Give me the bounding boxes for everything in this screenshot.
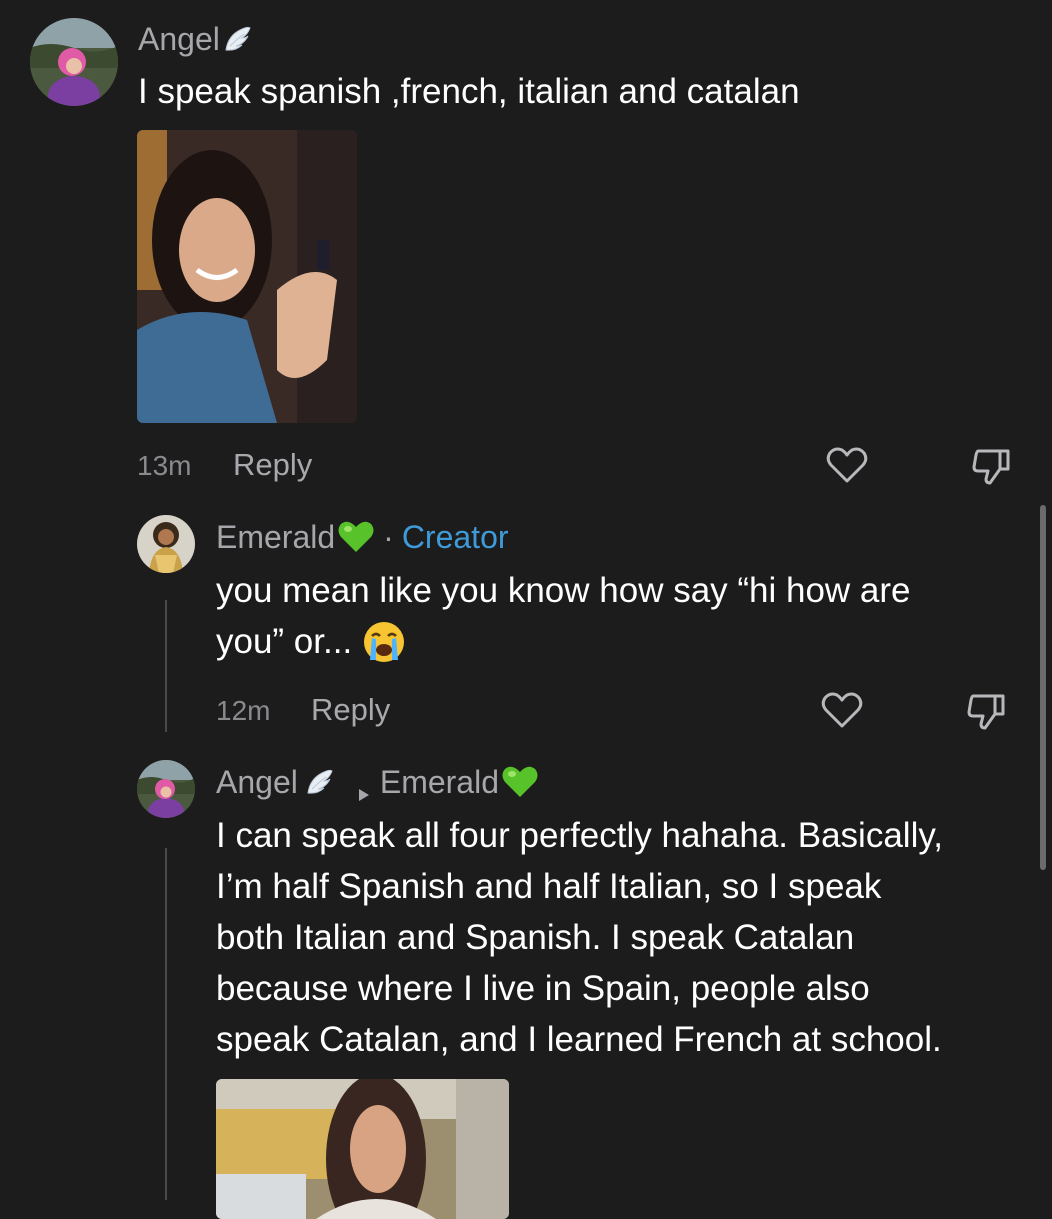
thread-line	[165, 600, 167, 732]
comment-timestamp: 13m	[137, 450, 192, 481]
avatar-angel[interactable]	[30, 18, 118, 106]
comment-username[interactable]: Angel	[138, 20, 252, 58]
wing-icon	[222, 24, 252, 54]
heart-outline-icon[interactable]	[821, 690, 863, 730]
reply-button[interactable]: Reply	[311, 692, 390, 728]
reply-to-username[interactable]: Emerald	[380, 764, 499, 801]
thumbs-down-icon[interactable]	[965, 690, 1009, 732]
triangle-right-icon	[356, 774, 372, 801]
avatar-angel[interactable]	[137, 760, 195, 818]
comment-text: because where I live in Spain, people al…	[216, 969, 870, 1008]
comment-text: you” or...	[216, 616, 406, 667]
reply-button[interactable]: Reply	[233, 447, 312, 483]
scrollbar[interactable]	[1040, 505, 1046, 870]
comment-text: speak Catalan, and I learned French at s…	[216, 1020, 942, 1059]
comment-text: I speak spanish ,french, italian and cat…	[138, 72, 800, 111]
avatar-emerald[interactable]	[137, 515, 195, 573]
green-heart-emoji	[337, 520, 375, 554]
comment-text: I’m half Spanish and half Italian, so I …	[216, 867, 882, 906]
comment-username[interactable]: Angel Emerald	[216, 762, 539, 802]
thumbs-down-icon[interactable]	[970, 445, 1014, 487]
thread-line	[165, 848, 167, 1200]
comment-text: I can speak all four perfectly hahaha. B…	[216, 816, 943, 855]
badge-separator: ·	[383, 518, 394, 555]
comment-timestamp: 12m	[216, 695, 271, 726]
crying-face-emoji	[362, 620, 406, 664]
comment-photo[interactable]	[137, 130, 357, 423]
comment-text: both Italian and Spanish. I speak Catala…	[216, 918, 855, 957]
creator-badge: Creator	[401, 518, 509, 555]
green-heart-emoji	[501, 765, 539, 799]
wing-icon	[304, 767, 334, 797]
heart-outline-icon[interactable]	[826, 445, 868, 485]
comment-text: you mean like you know how say “hi how a…	[216, 571, 911, 610]
comment-username[interactable]: Emerald · Creator	[216, 517, 509, 557]
comment-photo[interactable]	[216, 1079, 509, 1219]
